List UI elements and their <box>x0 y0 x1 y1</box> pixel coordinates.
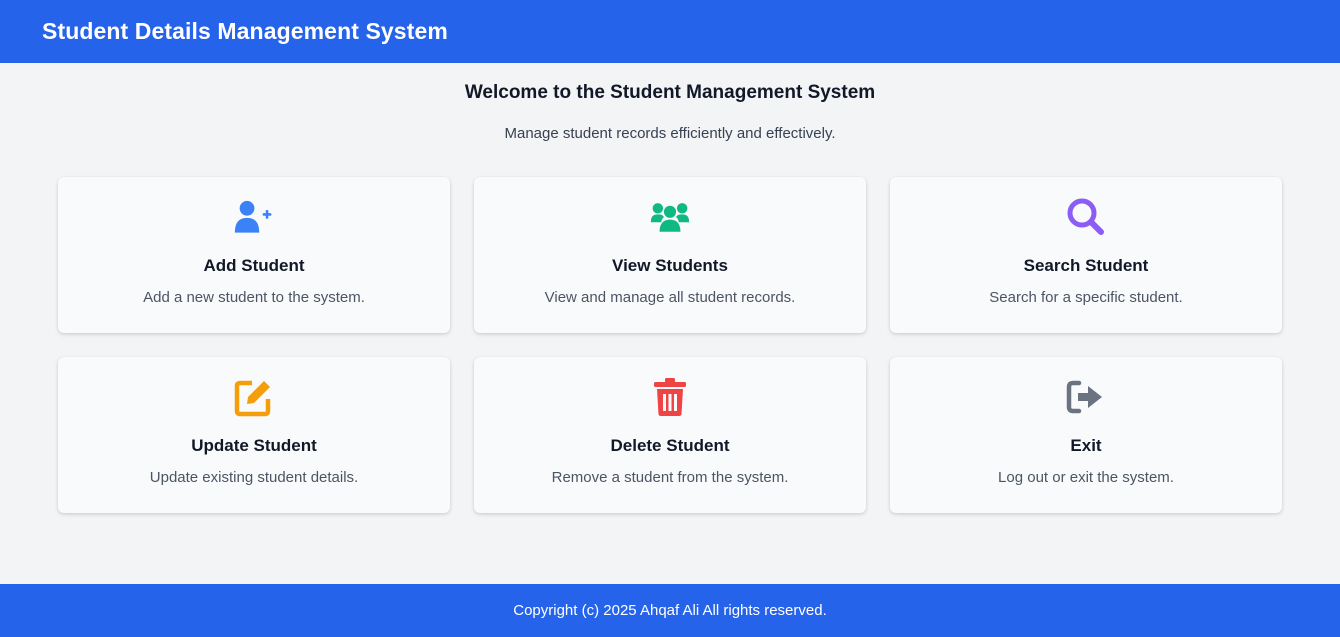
search-student-description: Search for a specific student. <box>989 289 1183 306</box>
users-icon <box>650 197 690 237</box>
exit-card[interactable]: Exit Log out or exit the system. <box>890 357 1282 513</box>
copyright-text: Copyright (c) 2025 Ahqaf Ali All rights … <box>513 602 827 619</box>
search-icon <box>1066 197 1106 237</box>
exit-title: Exit <box>1070 436 1102 455</box>
add-student-title: Add Student <box>203 256 305 275</box>
edit-icon <box>234 377 274 417</box>
search-student-card[interactable]: Search Student Search for a specific stu… <box>890 177 1282 333</box>
search-student-title: Search Student <box>1023 256 1149 275</box>
view-students-title: View Students <box>612 256 728 275</box>
view-students-description: View and manage all student records. <box>544 289 796 306</box>
exit-description: Log out or exit the system. <box>998 469 1174 486</box>
main-content: Welcome to the Student Management System… <box>0 63 1340 584</box>
app-title: Student Details Management System <box>42 18 448 44</box>
update-student-card[interactable]: Update Student Update existing student d… <box>58 357 450 513</box>
update-student-description: Update existing student details. <box>149 469 359 486</box>
welcome-subtitle: Manage student records efficiently and e… <box>504 125 836 142</box>
sign-out-icon <box>1066 377 1106 417</box>
user-plus-icon <box>234 197 274 237</box>
app-footer: Copyright (c) 2025 Ahqaf Ali All rights … <box>0 584 1340 637</box>
delete-student-title: Delete Student <box>610 436 730 455</box>
delete-student-card[interactable]: Delete Student Remove a student from the… <box>474 357 866 513</box>
add-student-description: Add a new student to the system. <box>143 289 365 306</box>
action-cards-grid: Add Student Add a new student to the sys… <box>58 177 1282 513</box>
add-student-card[interactable]: Add Student Add a new student to the sys… <box>58 177 450 333</box>
trash-icon <box>650 377 690 417</box>
app-header: Student Details Management System <box>0 0 1340 63</box>
delete-student-description: Remove a student from the system. <box>551 469 789 486</box>
welcome-title: Welcome to the Student Management System <box>464 82 876 103</box>
update-student-title: Update Student <box>191 436 317 455</box>
view-students-card[interactable]: View Students View and manage all studen… <box>474 177 866 333</box>
